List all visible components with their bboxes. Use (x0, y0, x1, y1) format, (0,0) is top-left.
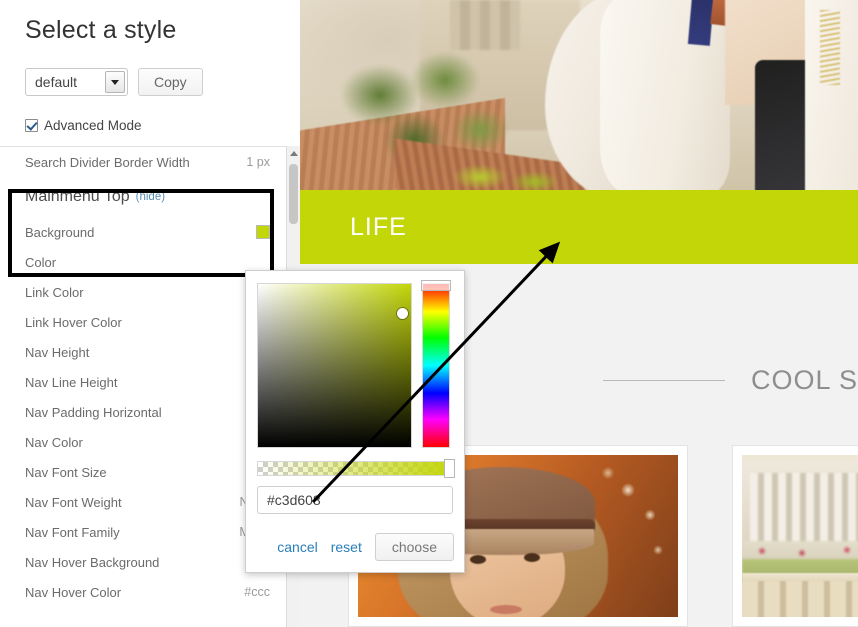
setting-row[interactable]: Nav Hover Color #ccc (0, 577, 300, 607)
color-picker-popup[interactable]: cancel reset choose (245, 270, 465, 573)
reset-link[interactable]: reset (331, 539, 362, 555)
setting-label: Nav Font Size (25, 464, 107, 480)
settings-section-title: Mainmenu Top (25, 188, 130, 205)
copy-button[interactable]: Copy (138, 68, 203, 96)
section-title: COOL S (750, 364, 858, 395)
settings-section-header[interactable]: Mainmenu Top (hide) (0, 177, 300, 217)
photo2-flowerbed (742, 541, 858, 561)
nav-brand[interactable]: LIFE (350, 213, 407, 242)
hex-color-input[interactable] (257, 486, 453, 514)
triangle-up-icon[interactable] (287, 146, 300, 160)
color-swatch[interactable] (256, 225, 270, 239)
site-navbar: LIFE (300, 190, 858, 264)
setting-label: Link Hover Color (25, 314, 122, 330)
setting-label: Nav Height (25, 344, 90, 360)
hero-photo (300, 0, 858, 190)
hero-chain (820, 10, 840, 85)
alpha-strip[interactable] (257, 461, 453, 476)
advanced-mode-checkbox[interactable] (25, 119, 38, 132)
setting-value: 1 px (246, 155, 270, 169)
photo-card[interactable] (732, 445, 858, 627)
photo2-columns-left (750, 473, 858, 551)
photo1-eye-right (524, 553, 540, 562)
choose-button[interactable]: choose (374, 533, 454, 561)
photo-building-bench (742, 455, 858, 617)
photo1-eye-left (470, 555, 486, 564)
setting-label: Nav Hover Color (25, 584, 122, 600)
photo2-bench (742, 581, 858, 617)
sv-gradient[interactable] (257, 283, 412, 448)
setting-label: Color (25, 254, 57, 270)
style-select-row: default Copy (25, 68, 203, 96)
hue-handle[interactable] (421, 280, 451, 291)
style-select[interactable]: default (25, 68, 128, 96)
setting-label: Nav Line Height (25, 374, 118, 390)
setting-label: Nav Font Weight (25, 494, 122, 510)
page-title: Select a style (25, 16, 177, 44)
setting-label: Link Color (25, 284, 84, 300)
section-divider (602, 379, 725, 381)
setting-label: Nav Hover Background (25, 554, 160, 570)
advanced-mode-label: Advanced Mode (44, 118, 142, 133)
cancel-link[interactable]: cancel (277, 539, 317, 555)
setting-label: Nav Color (25, 434, 83, 450)
setting-row[interactable]: Background (0, 217, 300, 247)
scrollbar-thumb[interactable] (289, 164, 298, 224)
screenshot-root: LIFE COOL S Select a style default Copy … (0, 0, 858, 627)
setting-label: Background (25, 224, 95, 240)
chevron-down-icon[interactable] (105, 71, 125, 93)
setting-label: Search Divider Border Width (25, 154, 190, 170)
hue-strip[interactable] (422, 283, 450, 448)
setting-label: Nav Padding Horizontal (25, 404, 162, 420)
photo1-lips (490, 605, 522, 614)
setting-label: Nav Font Family (25, 524, 120, 540)
section-hide-link[interactable]: (hide) (136, 191, 165, 203)
sv-handle[interactable] (397, 308, 408, 319)
color-picker-actions: cancel reset choose (246, 533, 466, 561)
setting-row[interactable]: Search Divider Border Width 1 px (0, 147, 300, 177)
advanced-mode-row[interactable]: Advanced Mode (25, 118, 142, 133)
alpha-handle[interactable] (444, 459, 455, 478)
setting-value: #ccc (244, 585, 270, 599)
